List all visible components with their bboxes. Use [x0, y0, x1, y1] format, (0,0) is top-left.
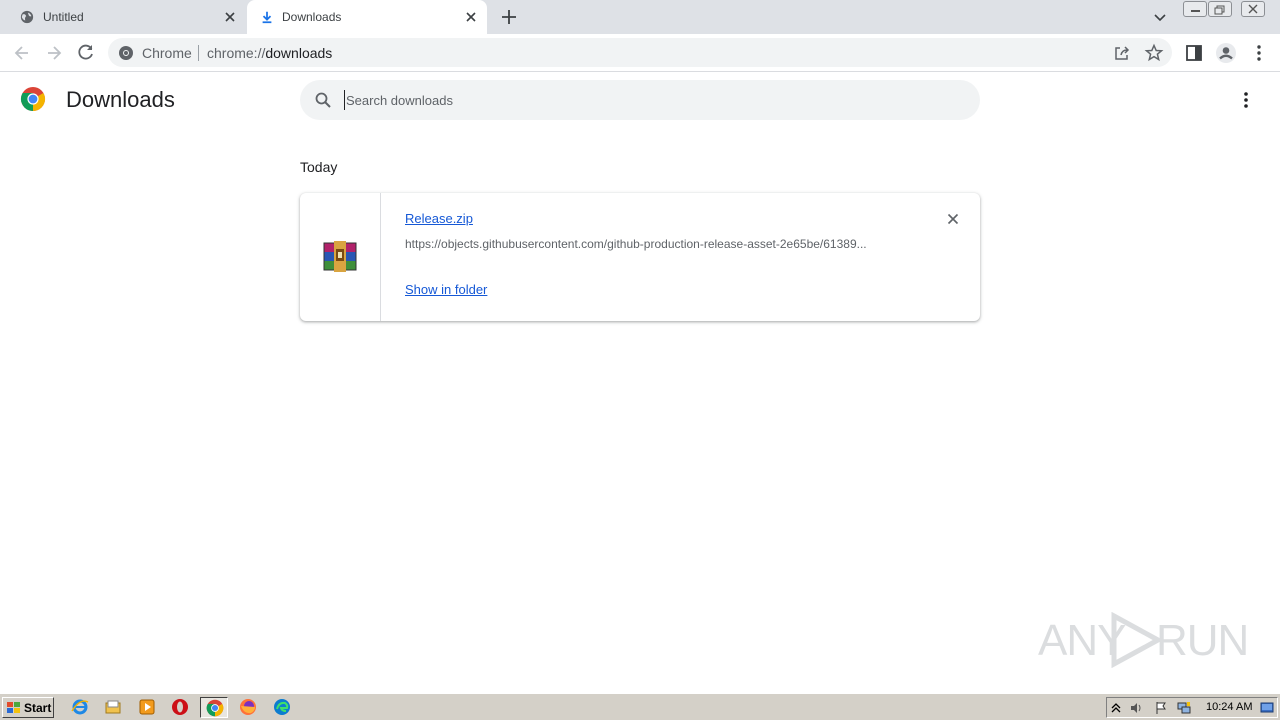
minimize-button[interactable] — [1183, 1, 1207, 17]
address-bar[interactable]: Chrome chrome://downloads — [108, 38, 1172, 67]
show-in-folder-link[interactable]: Show in folder — [405, 282, 487, 297]
toolbar: Chrome chrome://downloads — [0, 34, 1280, 72]
page-title: Downloads — [66, 87, 175, 112]
close-icon — [1248, 4, 1258, 14]
close-icon[interactable] — [222, 9, 238, 25]
date-section-heading: Today — [300, 159, 338, 175]
taskbar: Start 10:24 AM — [0, 693, 1280, 720]
remove-item-icon[interactable] — [945, 211, 961, 227]
chrome-site-icon — [119, 46, 133, 60]
volume-icon[interactable] — [1129, 701, 1143, 715]
start-label: Start — [24, 700, 52, 715]
opera-icon[interactable] — [171, 698, 189, 716]
minimize-icon — [1191, 10, 1200, 12]
action-center-flag-icon[interactable] — [1154, 701, 1168, 715]
windows-logo-icon — [7, 701, 20, 713]
url-text: chrome://downloads — [207, 45, 332, 61]
globe-icon — [20, 10, 34, 24]
site-chip-label: Chrome — [142, 45, 192, 61]
source-url: https://objects.githubusercontent.com/gi… — [405, 237, 867, 251]
search-icon — [315, 92, 331, 108]
url-path: downloads — [265, 45, 333, 61]
tab-downloads[interactable]: Downloads — [247, 0, 487, 34]
firefox-icon[interactable] — [239, 698, 257, 716]
forward-arrow-icon[interactable] — [44, 43, 64, 63]
restore-icon — [1214, 5, 1225, 15]
system-tray: 10:24 AM — [1106, 697, 1278, 718]
profile-avatar-icon[interactable] — [1215, 42, 1237, 64]
file-explorer-icon[interactable] — [104, 698, 122, 716]
tab-untitled[interactable]: Untitled — [0, 0, 246, 34]
file-name-link[interactable]: Release.zip — [405, 211, 473, 226]
anyrun-watermark: ANY RUN — [1038, 610, 1249, 670]
reload-icon[interactable] — [76, 42, 96, 62]
tab-label: Untitled — [43, 10, 84, 24]
tab-label: Downloads — [282, 10, 342, 24]
bookmark-star-icon[interactable] — [1144, 43, 1164, 63]
browser-menu-icon[interactable] — [1249, 43, 1269, 63]
download-item-card: Release.zip https://objects.githubuserco… — [300, 193, 980, 321]
screen: Untitled Downloads Chrome chrome://downl… — [0, 0, 1280, 720]
more-actions-icon[interactable] — [1236, 90, 1256, 110]
internet-explorer-icon[interactable] — [71, 698, 89, 716]
url-scheme: chrome:// — [207, 45, 266, 61]
chrome-icon — [206, 699, 224, 717]
chrome-taskbar-button[interactable] — [200, 697, 228, 718]
back-arrow-icon[interactable] — [12, 43, 32, 63]
share-icon[interactable] — [1112, 43, 1132, 63]
close-icon[interactable] — [463, 9, 479, 25]
start-button[interactable]: Start — [2, 697, 54, 718]
show-hidden-icons-icon[interactable] — [1109, 701, 1123, 715]
show-desktop-icon[interactable] — [1260, 701, 1274, 715]
side-panel-icon[interactable] — [1184, 43, 1204, 63]
watermark-text-right: RUN — [1156, 616, 1249, 665]
media-player-icon[interactable] — [138, 698, 156, 716]
download-icon — [262, 11, 272, 24]
close-window-button[interactable] — [1241, 1, 1265, 17]
edge-icon[interactable] — [273, 698, 291, 716]
search-box[interactable] — [300, 80, 980, 120]
chrome-logo-icon — [20, 87, 46, 111]
network-icon[interactable] — [1177, 701, 1191, 715]
new-tab-icon[interactable] — [499, 7, 519, 27]
omnibox-divider — [198, 45, 199, 61]
restore-button[interactable] — [1208, 1, 1232, 17]
clock: 10:24 AM — [1206, 701, 1253, 713]
tab-strip: Untitled Downloads — [0, 0, 1280, 34]
file-icon-column — [300, 193, 381, 321]
winrar-archive-icon — [323, 241, 357, 272]
chevron-down-icon[interactable] — [1152, 9, 1168, 25]
search-input[interactable] — [344, 90, 944, 110]
